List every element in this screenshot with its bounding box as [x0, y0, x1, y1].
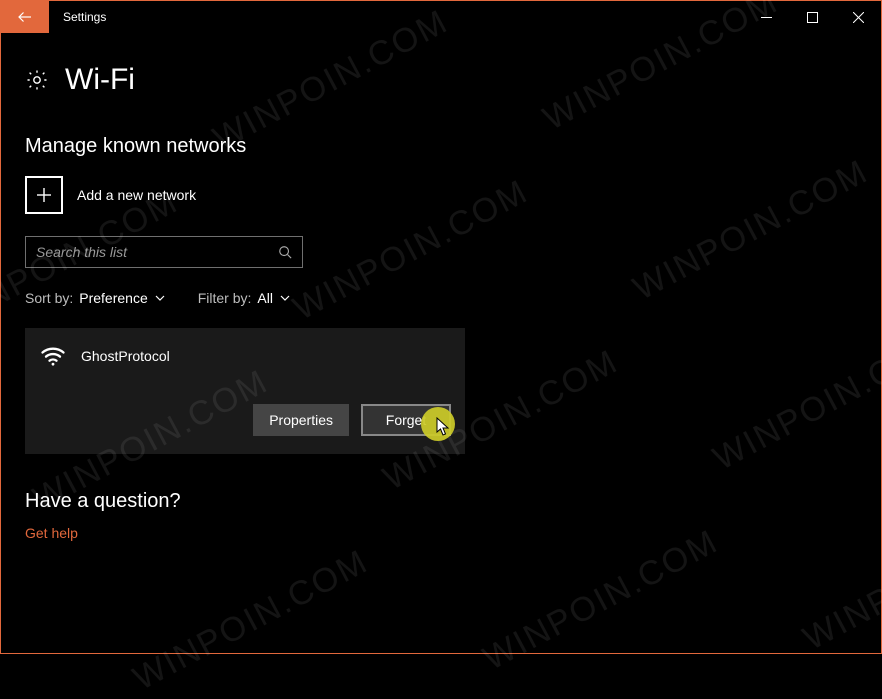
filter-row: Sort by: Preference Filter by: All — [25, 290, 857, 306]
content-area: Wi-Fi Manage known networks Add a new ne… — [1, 33, 881, 541]
help-section: Have a question? Get help — [25, 490, 857, 541]
network-name: GhostProtocol — [81, 348, 170, 364]
sort-by-dropdown[interactable]: Sort by: Preference — [25, 290, 166, 306]
page-header: Wi-Fi — [25, 63, 857, 97]
network-item[interactable]: GhostProtocol Properties Forget — [25, 328, 465, 454]
watermark: WINPOIN.COM — [127, 542, 375, 698]
maximize-button[interactable] — [789, 1, 835, 33]
titlebar: Settings — [1, 1, 881, 33]
forget-button[interactable]: Forget — [361, 404, 451, 436]
window-title: Settings — [49, 1, 106, 33]
minimize-icon — [761, 12, 772, 23]
properties-button[interactable]: Properties — [253, 404, 349, 436]
filter-label: Filter by: — [198, 290, 252, 306]
filter-value: All — [257, 290, 273, 306]
close-button[interactable] — [835, 1, 881, 33]
add-box — [25, 176, 63, 214]
chevron-down-icon — [279, 292, 291, 304]
page-title: Wi-Fi — [65, 63, 135, 97]
section-heading: Manage known networks — [25, 135, 857, 158]
plus-icon — [35, 186, 53, 204]
sort-label: Sort by: — [25, 290, 73, 306]
add-network-button[interactable]: Add a new network — [25, 176, 196, 214]
wifi-icon — [39, 342, 67, 370]
network-actions: Properties Forget — [39, 404, 451, 436]
minimize-button[interactable] — [743, 1, 789, 33]
close-icon — [853, 12, 864, 23]
network-head: GhostProtocol — [39, 342, 451, 370]
get-help-link[interactable]: Get help — [25, 525, 857, 541]
watermark: WINPOIN.COM — [477, 522, 725, 678]
gear-icon — [25, 68, 49, 92]
search-box[interactable] — [25, 236, 303, 268]
arrow-left-icon — [16, 8, 34, 26]
window-controls — [743, 1, 881, 33]
search-input[interactable] — [36, 244, 278, 260]
sort-value: Preference — [79, 290, 147, 306]
maximize-icon — [807, 12, 818, 23]
add-network-label: Add a new network — [77, 187, 196, 203]
filter-by-dropdown[interactable]: Filter by: All — [198, 290, 291, 306]
back-button[interactable] — [1, 1, 49, 33]
chevron-down-icon — [154, 292, 166, 304]
help-heading: Have a question? — [25, 490, 857, 513]
search-icon — [278, 245, 292, 259]
